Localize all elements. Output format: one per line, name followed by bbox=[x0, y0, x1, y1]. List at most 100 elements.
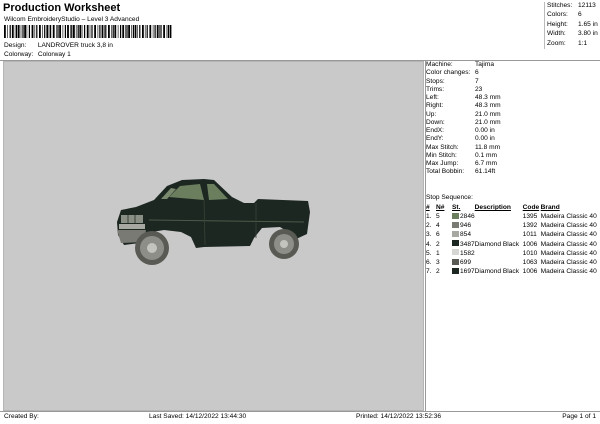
stop-number: 4. bbox=[426, 240, 432, 248]
thread-description bbox=[475, 212, 523, 221]
total-bobbin-value: 61.14ft bbox=[475, 168, 496, 176]
machine-value: Tajima bbox=[475, 61, 495, 68]
thread-description: Diamond Black bbox=[474, 268, 520, 276]
max-jump-value: 6.7 mm bbox=[475, 160, 497, 167]
printed-date: Printed: 14/12/2022 13:52:36 bbox=[356, 413, 442, 420]
zoom-value: 1:1 bbox=[578, 39, 588, 47]
up-value: 21.0 mm bbox=[475, 110, 501, 118]
thread-brand: Madeira Classic 40 bbox=[540, 268, 597, 276]
total-bobbin-label: Total Bobbin: bbox=[426, 168, 465, 176]
stitches-label: Stitches: bbox=[547, 2, 573, 9]
stop-number: 2. bbox=[426, 222, 432, 230]
needle-number: 6 bbox=[436, 231, 440, 239]
stop-sequence-row: 3. 6 854 1011 Madeira Classic 40 bbox=[426, 230, 600, 239]
width-label: Width: bbox=[547, 30, 566, 38]
thread-code: 1011 bbox=[522, 231, 537, 239]
thread-description: Diamond Black bbox=[474, 240, 520, 248]
stops-label: Stops: bbox=[426, 77, 445, 85]
stitch-count: 2846 bbox=[460, 213, 475, 220]
thread-description bbox=[475, 221, 523, 230]
col-header-stitches: St. bbox=[452, 204, 461, 211]
design-preview bbox=[3, 61, 424, 411]
thread-code: 1063 bbox=[522, 259, 538, 267]
thread-brand: Madeira Classic 40 bbox=[540, 259, 597, 267]
thread-code: 1392 bbox=[522, 222, 538, 230]
left-value: 48.3 mm bbox=[475, 94, 501, 101]
needle-number: 2 bbox=[436, 240, 440, 248]
footer-divider bbox=[0, 411, 600, 412]
needle-number: 5 bbox=[436, 213, 440, 220]
needle-number: 4 bbox=[436, 222, 440, 230]
thread-color-swatch bbox=[452, 249, 459, 256]
needle-number: 2 bbox=[436, 268, 440, 276]
thread-color-swatch bbox=[452, 267, 459, 274]
page-number: Page 1 of 1 bbox=[562, 413, 596, 420]
stop-number: 5. bbox=[426, 249, 432, 257]
max-stitch-label: Max Stitch: bbox=[426, 143, 459, 151]
needle-number: 1 bbox=[436, 249, 440, 257]
stitch-count: 946 bbox=[460, 222, 472, 230]
height-label: Height: bbox=[547, 20, 568, 28]
created-by: Created By: bbox=[4, 413, 39, 420]
thread-color-swatch bbox=[452, 258, 459, 265]
stop-number: 3. bbox=[426, 231, 432, 239]
right-value: 48.3 mm bbox=[475, 102, 501, 110]
endx-value: 0.00 in bbox=[475, 127, 495, 134]
max-jump-label: Max Jump: bbox=[426, 160, 459, 167]
thread-code: 1010 bbox=[522, 249, 538, 257]
thread-color-swatch bbox=[452, 230, 459, 237]
stop-number: 7. bbox=[426, 268, 432, 276]
col-header-brand: Brand bbox=[540, 204, 560, 211]
thread-color-swatch bbox=[452, 240, 459, 247]
thread-brand: Madeira Classic 40 bbox=[540, 213, 597, 220]
stop-sequence-row: 2. 4 946 1392 Madeira Classic 40 bbox=[426, 221, 600, 230]
stitch-count: 3487 bbox=[460, 240, 475, 248]
machine-label: Machine: bbox=[426, 61, 453, 68]
last-saved: Last Saved: 14/12/2022 13:44:30 bbox=[149, 413, 247, 420]
endx-label: EndX: bbox=[426, 127, 444, 134]
down-value: 21.0 mm bbox=[475, 118, 501, 126]
min-stitch-label: Min Stitch: bbox=[426, 151, 457, 159]
stop-number: 6. bbox=[426, 259, 432, 267]
colorway-value: Colorway 1 bbox=[37, 51, 71, 58]
max-stitch-value: 11.8 mm bbox=[475, 143, 501, 151]
stops-value: 7 bbox=[475, 77, 479, 85]
design-label: Design: bbox=[4, 42, 27, 49]
col-header-description: Description bbox=[474, 204, 511, 211]
thread-color-swatch bbox=[452, 212, 459, 219]
stop-sequence-row: 5. 1 1582 1010 Madeira Classic 40 bbox=[426, 249, 600, 258]
thread-brand: Madeira Classic 40 bbox=[540, 231, 597, 239]
barcode bbox=[4, 25, 172, 38]
trims-label: Trims: bbox=[426, 85, 445, 93]
color-changes-label: Color changes: bbox=[426, 69, 471, 77]
stop-sequence-table: # N# St. Description Code Brand 1. 5 2846 1… bbox=[426, 203, 600, 276]
col-header-code: Code bbox=[522, 204, 540, 211]
width-value: 3.80 in bbox=[578, 30, 598, 38]
right-label: Right: bbox=[426, 102, 444, 110]
endy-label: EndY: bbox=[426, 135, 444, 143]
colors-label: Colors: bbox=[547, 11, 568, 19]
software-subtitle: Wilcom EmbroideryStudio – Level 3 Advanc… bbox=[4, 16, 140, 23]
color-changes-value: 6 bbox=[475, 69, 479, 77]
colors-value: 6 bbox=[578, 11, 582, 19]
up-label: Up: bbox=[426, 110, 437, 118]
thread-code: 1395 bbox=[522, 213, 538, 220]
thread-description bbox=[475, 258, 523, 267]
stop-sequence-row: 7. 2 1697 Diamond Black 1006 Madeira Classic … bbox=[426, 267, 600, 276]
design-stats: Stitches: 12113 Colors: 6 Height: 1.65 in W… bbox=[544, 2, 598, 49]
endy-value: 0.00 in bbox=[475, 135, 495, 143]
col-header-num: # bbox=[426, 204, 430, 211]
machine-info: Machine: Tajima Color changes: 6 Stops: 7 T… bbox=[426, 61, 600, 177]
stop-sequence-row: 6. 3 699 1063 Madeira Classic 40 bbox=[426, 258, 600, 267]
colorway-row: Colorway: Colorway 1 bbox=[4, 51, 71, 58]
stop-sequence-caption: Stop Sequence: bbox=[426, 194, 473, 201]
stop-sequence-row: 4. 2 3487 Diamond Black 1006 Madeira Classic … bbox=[426, 240, 600, 249]
left-label: Left: bbox=[426, 94, 439, 101]
height-value: 1.65 in bbox=[578, 20, 598, 28]
stitches-value: 12113 bbox=[578, 2, 596, 9]
thread-code: 1006 bbox=[522, 240, 538, 248]
stop-sequence: Stop Sequence: # N# St. Description Code… bbox=[426, 193, 600, 276]
min-stitch-value: 0.1 mm bbox=[475, 151, 497, 159]
colorway-label: Colorway: bbox=[4, 51, 34, 58]
thread-description bbox=[475, 249, 523, 258]
